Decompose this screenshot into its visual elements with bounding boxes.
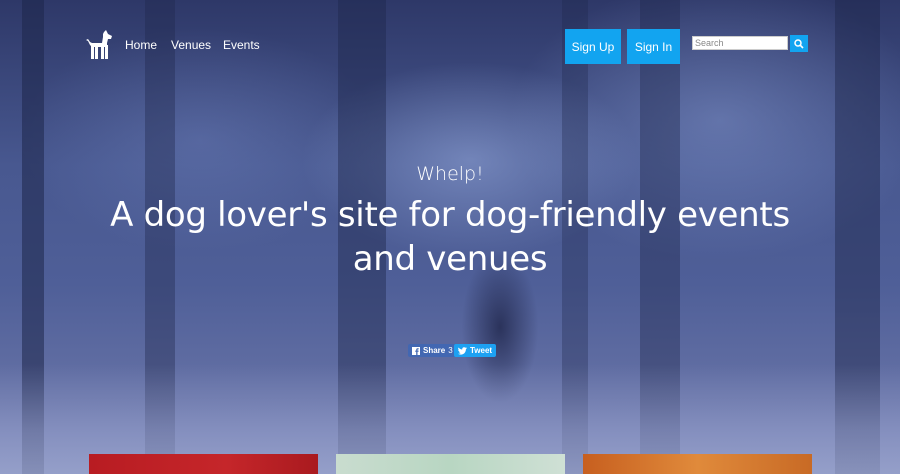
tweet-label: Tweet xyxy=(470,346,493,355)
twitter-bird-icon xyxy=(458,346,467,355)
hero-kicker: Whelp! xyxy=(416,163,484,185)
nav-link-events[interactable]: Events xyxy=(223,38,260,52)
search-input[interactable] xyxy=(692,36,788,50)
share-label: Share xyxy=(423,346,446,355)
nav-link-home[interactable]: Home xyxy=(125,38,157,52)
facebook-share-button[interactable]: Share 3 xyxy=(408,344,457,357)
tweet-button[interactable]: Tweet xyxy=(454,344,497,357)
search-button[interactable] xyxy=(790,35,808,52)
dog-logo-icon[interactable] xyxy=(82,28,116,62)
venue-card-image[interactable] xyxy=(89,454,318,474)
facebook-icon xyxy=(412,346,420,355)
venue-card-image[interactable] xyxy=(336,454,565,474)
hero-headline: A dog lover's site for dog-friendly even… xyxy=(110,195,790,279)
sign-up-button[interactable]: Sign Up xyxy=(565,29,621,64)
event-card-image[interactable] xyxy=(583,454,812,474)
nav-link-venues[interactable]: Venues xyxy=(171,38,211,52)
search-icon xyxy=(794,38,804,49)
top-navigation: Home Venues Events Sign Up Sign In xyxy=(0,0,900,80)
sign-in-button[interactable]: Sign In xyxy=(627,29,680,64)
share-count: 3 xyxy=(448,346,453,355)
